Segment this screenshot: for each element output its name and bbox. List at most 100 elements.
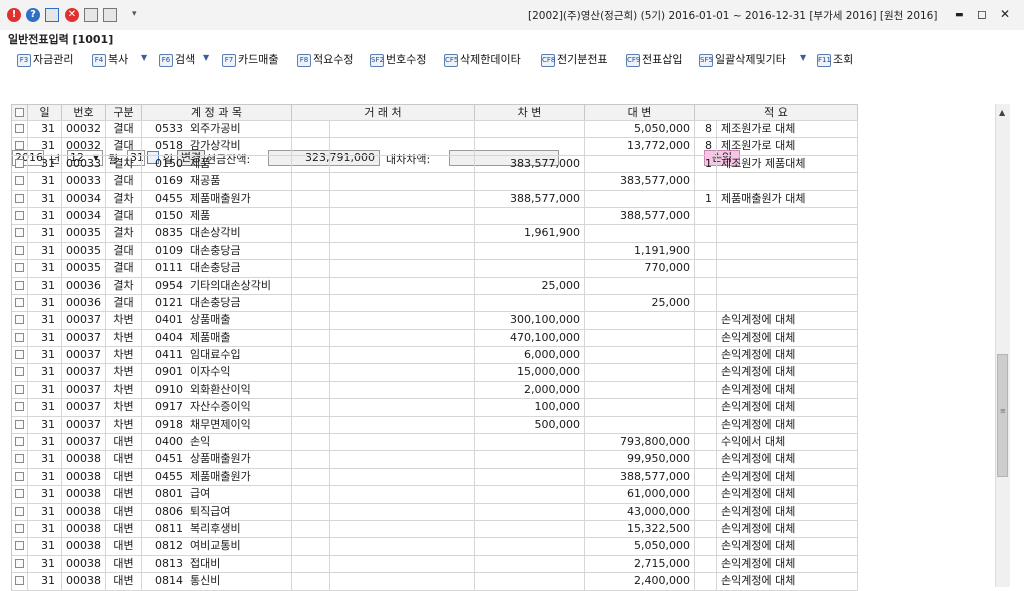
row-checkbox[interactable] [12, 312, 28, 329]
checkbox[interactable] [15, 280, 24, 290]
row-checkbox[interactable] [12, 329, 28, 347]
row-checkbox[interactable] [12, 486, 28, 503]
checkbox[interactable] [15, 228, 24, 238]
print-icon[interactable] [84, 8, 98, 22]
toolbar-button-sf2[interactable]: SF2 번호수정 [370, 51, 426, 67]
row-checkbox[interactable] [12, 399, 28, 416]
alert-icon[interactable]: ! [7, 8, 21, 22]
row-checkbox[interactable] [12, 381, 28, 399]
export-icon[interactable] [103, 8, 117, 22]
row-checkbox[interactable] [12, 277, 28, 294]
row-checkbox[interactable] [12, 451, 28, 468]
row-checkbox[interactable] [12, 260, 28, 277]
checkbox[interactable] [15, 419, 24, 429]
toolbar-button-sf5[interactable]: SF5 일괄삭제및기타 [699, 51, 786, 67]
row-checkbox[interactable] [12, 434, 28, 451]
memo-icon[interactable] [45, 8, 59, 22]
table-row[interactable]: 31 00033 결차 0150 제품 383,577,000 1 제조원가 제품대체 [12, 155, 858, 174]
row-checkbox[interactable] [12, 294, 28, 312]
checkbox[interactable] [15, 384, 24, 394]
table-row[interactable]: 31 00038 대변 0806 퇴직급여 43,000,000 손익계정에 대체 [12, 503, 858, 521]
checkbox[interactable] [15, 263, 24, 273]
row-checkbox[interactable] [12, 364, 28, 381]
vertical-scrollbar[interactable]: ▲ ≡ [995, 104, 1010, 587]
row-checkbox[interactable] [12, 190, 28, 207]
row-checkbox[interactable] [12, 520, 28, 538]
checkbox[interactable] [15, 402, 24, 412]
table-row[interactable]: 31 00034 결대 0150 제품 388,577,000 [12, 207, 858, 226]
checkbox[interactable] [15, 506, 24, 516]
toolbar-button-f7[interactable]: F7 카드매출 [222, 51, 278, 67]
scroll-thumb[interactable]: ≡ [997, 354, 1008, 477]
toolbar-button-f4[interactable]: F4 복사 [92, 51, 128, 67]
table-row[interactable]: 31 00036 결차 0954 기타의대손상각비 25,000 [12, 277, 858, 295]
toolbar-dropdown-icon[interactable]: ▼ [203, 53, 209, 62]
toolbar-button-cf9[interactable]: CF9 전표삽입 [626, 51, 682, 67]
table-row[interactable]: 31 00037 차변 0918 채무면제이익 500,000 손익계정에 대체 [12, 416, 858, 435]
table-row[interactable]: 31 00035 결대 0111 대손충당금 770,000 [12, 260, 858, 278]
checkbox[interactable] [15, 315, 24, 325]
checkbox[interactable] [15, 245, 24, 255]
header-checkbox[interactable] [12, 105, 28, 120]
checkbox[interactable] [15, 193, 24, 203]
table-row[interactable]: 31 00037 대변 0400 손익 793,800,000 수익에서 대체 [12, 434, 858, 452]
checkbox[interactable] [15, 471, 24, 481]
table-row[interactable]: 31 00037 차변 0404 제품매출 470,100,000 손익계정에 대체 [12, 329, 858, 348]
row-checkbox[interactable] [12, 416, 28, 434]
row-checkbox[interactable] [12, 503, 28, 520]
minimize-button[interactable]: ▬ [955, 10, 964, 20]
help-icon[interactable]: ? [26, 8, 40, 22]
table-row[interactable]: 31 00035 결대 0109 대손충당금 1,191,900 [12, 242, 858, 261]
checkbox[interactable] [15, 210, 24, 220]
table-row[interactable]: 31 00032 결대 0518 감가상각비 13,772,000 8 제조원가로 대체 [12, 138, 858, 156]
table-row[interactable]: 31 00038 대변 0811 복리후생비 15,322,500 손익계정에 대체 [12, 520, 858, 539]
menu-dropdown-icon[interactable]: ▾ [132, 9, 137, 19]
toolbar-button-f6[interactable]: F6 검색 [159, 51, 195, 67]
checkbox[interactable] [15, 367, 24, 377]
checkbox[interactable] [15, 558, 24, 568]
table-row[interactable]: 31 00037 차변 0910 외화환산이익 2,000,000 손익계정에 대체 [12, 381, 858, 400]
row-checkbox[interactable] [12, 468, 28, 486]
table-row[interactable]: 31 00034 결차 0455 제품매출원가 388,577,000 1 제품매출원가 대체 [12, 190, 858, 208]
close-button[interactable]: ✕ [1000, 7, 1010, 21]
row-checkbox[interactable] [12, 155, 28, 173]
table-row[interactable]: 31 00037 차변 0901 이자수익 15,000,000 손익계정에 대체 [12, 364, 858, 382]
row-checkbox[interactable] [12, 121, 28, 138]
scroll-up-icon[interactable]: ▲ [999, 108, 1005, 117]
row-checkbox[interactable] [12, 242, 28, 260]
row-checkbox[interactable] [12, 347, 28, 364]
checkbox[interactable] [15, 454, 24, 464]
toolbar-button-cf5[interactable]: CF5 삭제한데이타 [444, 51, 521, 67]
checkbox[interactable] [15, 541, 24, 551]
row-checkbox[interactable] [12, 573, 28, 590]
checkbox[interactable] [15, 437, 24, 447]
row-checkbox[interactable] [12, 207, 28, 225]
row-checkbox[interactable] [12, 538, 28, 555]
checkbox[interactable] [15, 576, 24, 586]
checkbox[interactable] [15, 176, 24, 186]
table-row[interactable]: 31 00038 대변 0451 상품매출원가 99,950,000 손익계정에 대체 [12, 451, 858, 469]
table-row[interactable]: 31 00033 결대 0169 재공품 383,577,000 [12, 173, 858, 191]
table-row[interactable]: 31 00036 결대 0121 대손충당금 25,000 [12, 294, 858, 313]
close-screen-icon[interactable]: ✕ [65, 8, 79, 22]
toolbar-dropdown-icon[interactable]: ▼ [800, 53, 806, 62]
table-row[interactable]: 31 00037 차변 0401 상품매출 300,100,000 손익계정에 대체 [12, 312, 858, 330]
checkbox[interactable] [15, 523, 24, 533]
checkbox[interactable] [15, 350, 24, 360]
table-row[interactable]: 31 00032 결대 0533 외주가공비 5,050,000 8 제조원가로 대체 [12, 121, 858, 139]
checkbox[interactable] [15, 297, 24, 307]
checkbox[interactable] [15, 141, 24, 151]
table-row[interactable]: 31 00035 결차 0835 대손상각비 1,961,900 [12, 225, 858, 243]
row-checkbox[interactable] [12, 173, 28, 190]
table-row[interactable]: 31 00038 대변 0801 급여 61,000,000 손익계정에 대체 [12, 486, 858, 504]
checkbox[interactable] [15, 158, 24, 168]
toolbar-button-f11[interactable]: F11 조회 [817, 51, 853, 67]
table-row[interactable]: 31 00038 대변 0812 여비교통비 5,050,000 손익계정에 대체 [12, 538, 858, 556]
table-row[interactable]: 31 00038 대변 0813 접대비 2,715,000 손익계정에 대체 [12, 555, 858, 574]
toolbar-button-f3[interactable]: F3 자금관리 [17, 51, 73, 67]
table-row[interactable]: 31 00037 차변 0917 자산수증이익 100,000 손익계정에 대체 [12, 399, 858, 417]
checkbox[interactable] [15, 489, 24, 499]
row-checkbox[interactable] [12, 138, 28, 155]
checkbox[interactable] [15, 124, 24, 133]
table-row[interactable]: 31 00037 차변 0411 임대료수입 6,000,000 손익계정에 대체 [12, 347, 858, 365]
